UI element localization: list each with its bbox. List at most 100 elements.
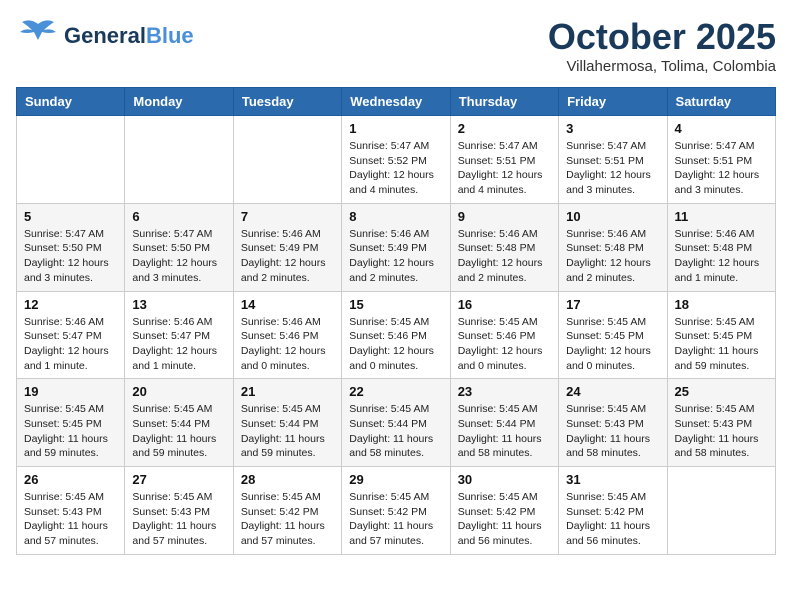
calendar-cell: 17Sunrise: 5:45 AM Sunset: 5:45 PM Dayli… [559,291,667,379]
day-info: Sunrise: 5:45 AM Sunset: 5:45 PM Dayligh… [24,402,117,461]
day-info: Sunrise: 5:47 AM Sunset: 5:52 PM Dayligh… [349,139,442,198]
calendar-cell: 19 Sunrise: 5:45 AM Sunset: 5:45 PM Dayli… [17,379,125,467]
calendar-cell: 2Sunrise: 5:47 AM Sunset: 5:51 PM Daylig… [450,116,558,204]
day-number: 6 [132,209,225,224]
day-number: 20 [132,384,225,399]
day-number: 25 [675,384,768,399]
day-info: Sunrise: 5:45 AM Sunset: 5:44 PM Dayligh… [132,402,225,461]
day-info: Sunrise: 5:46 AM Sunset: 5:49 PM Dayligh… [349,227,442,286]
day-number: 15 [349,297,442,312]
day-info: Sunrise: 5:45 AM Sunset: 5:43 PM Dayligh… [24,490,117,549]
day-info: Sunrise: 5:45 AM Sunset: 5:43 PM Dayligh… [566,402,659,461]
day-number: 11 [675,209,768,224]
calendar-week-5: 26 Sunrise: 5:45 AM Sunset: 5:43 PM Dayli… [17,467,776,555]
logo-icon [16,16,60,56]
day-info: Sunrise: 5:45 AM Sunset: 5:43 PM Dayligh… [132,490,225,549]
calendar-cell: 20 Sunrise: 5:45 AM Sunset: 5:44 PM Dayli… [125,379,233,467]
calendar-cell: 8 Sunrise: 5:46 AM Sunset: 5:49 PM Daylig… [342,203,450,291]
calendar-cell: 23Sunrise: 5:45 AM Sunset: 5:44 PM Dayli… [450,379,558,467]
weekday-header-saturday: Saturday [667,88,775,116]
day-info: Sunrise: 5:46 AM Sunset: 5:46 PM Dayligh… [241,315,334,374]
calendar-cell: 12 Sunrise: 5:46 AM Sunset: 5:47 PM Dayli… [17,291,125,379]
day-info: Sunrise: 5:45 AM Sunset: 5:43 PM Dayligh… [675,402,768,461]
month-title: October 2025 [548,16,776,58]
day-info: Sunrise: 5:46 AM Sunset: 5:48 PM Dayligh… [458,227,551,286]
weekday-header-thursday: Thursday [450,88,558,116]
day-info: Sunrise: 5:47 AM Sunset: 5:51 PM Dayligh… [458,139,551,198]
logo-text-block: GeneralBlue [64,24,194,48]
day-number: 24 [566,384,659,399]
calendar-cell: 7 Sunrise: 5:46 AM Sunset: 5:49 PM Daylig… [233,203,341,291]
day-number: 28 [241,472,334,487]
day-number: 16 [458,297,551,312]
calendar-cell: 3 Sunrise: 5:47 AM Sunset: 5:51 PM Daylig… [559,116,667,204]
day-number: 29 [349,472,442,487]
day-info: Sunrise: 5:45 AM Sunset: 5:42 PM Dayligh… [349,490,442,549]
day-number: 12 [24,297,117,312]
day-info: Sunrise: 5:45 AM Sunset: 5:42 PM Dayligh… [566,490,659,549]
logo-blue: Blue [146,23,194,48]
day-number: 23 [458,384,551,399]
calendar-cell: 16Sunrise: 5:45 AM Sunset: 5:46 PM Dayli… [450,291,558,379]
calendar-week-3: 12 Sunrise: 5:46 AM Sunset: 5:47 PM Dayli… [17,291,776,379]
location-subtitle: Villahermosa, Tolima, Colombia [548,58,776,75]
weekday-row: SundayMondayTuesdayWednesdayThursdayFrid… [17,88,776,116]
day-info: Sunrise: 5:45 AM Sunset: 5:45 PM Dayligh… [566,315,659,374]
calendar-week-4: 19 Sunrise: 5:45 AM Sunset: 5:45 PM Dayli… [17,379,776,467]
day-number: 7 [241,209,334,224]
day-number: 19 [24,384,117,399]
calendar-cell: 21Sunrise: 5:45 AM Sunset: 5:44 PM Dayli… [233,379,341,467]
day-info: Sunrise: 5:47 AM Sunset: 5:50 PM Dayligh… [24,227,117,286]
calendar-cell: 1 Sunrise: 5:47 AM Sunset: 5:52 PM Daylig… [342,116,450,204]
day-number: 10 [566,209,659,224]
day-number: 31 [566,472,659,487]
day-info: Sunrise: 5:47 AM Sunset: 5:51 PM Dayligh… [675,139,768,198]
day-number: 26 [24,472,117,487]
day-info: Sunrise: 5:45 AM Sunset: 5:46 PM Dayligh… [349,315,442,374]
weekday-header-monday: Monday [125,88,233,116]
calendar-cell: 5 Sunrise: 5:47 AM Sunset: 5:50 PM Daylig… [17,203,125,291]
calendar-cell: 22 Sunrise: 5:45 AM Sunset: 5:44 PM Dayli… [342,379,450,467]
day-info: Sunrise: 5:45 AM Sunset: 5:45 PM Dayligh… [675,315,768,374]
calendar-week-1: 1 Sunrise: 5:47 AM Sunset: 5:52 PM Daylig… [17,116,776,204]
day-info: Sunrise: 5:46 AM Sunset: 5:48 PM Dayligh… [675,227,768,286]
day-number: 22 [349,384,442,399]
day-info: Sunrise: 5:47 AM Sunset: 5:51 PM Dayligh… [566,139,659,198]
day-info: Sunrise: 5:46 AM Sunset: 5:47 PM Dayligh… [24,315,117,374]
day-number: 30 [458,472,551,487]
day-info: Sunrise: 5:45 AM Sunset: 5:44 PM Dayligh… [241,402,334,461]
calendar-body: 1 Sunrise: 5:47 AM Sunset: 5:52 PM Daylig… [17,116,776,555]
calendar-cell: 4 Sunrise: 5:47 AM Sunset: 5:51 PM Daylig… [667,116,775,204]
calendar-cell: 24 Sunrise: 5:45 AM Sunset: 5:43 PM Dayli… [559,379,667,467]
day-number: 5 [24,209,117,224]
day-number: 18 [675,297,768,312]
weekday-header-tuesday: Tuesday [233,88,341,116]
weekday-header-friday: Friday [559,88,667,116]
calendar-cell [17,116,125,204]
calendar-cell: 11 Sunrise: 5:46 AM Sunset: 5:48 PM Dayli… [667,203,775,291]
day-info: Sunrise: 5:45 AM Sunset: 5:42 PM Dayligh… [241,490,334,549]
day-number: 1 [349,121,442,136]
logo-name: GeneralBlue [64,24,194,48]
day-number: 9 [458,209,551,224]
page-header: GeneralBlue October 2025 Villahermosa, T… [16,16,776,75]
calendar-cell: 15 Sunrise: 5:45 AM Sunset: 5:46 PM Dayli… [342,291,450,379]
calendar-cell: 18 Sunrise: 5:45 AM Sunset: 5:45 PM Dayli… [667,291,775,379]
calendar-cell: 26 Sunrise: 5:45 AM Sunset: 5:43 PM Dayli… [17,467,125,555]
day-number: 3 [566,121,659,136]
weekday-header-sunday: Sunday [17,88,125,116]
day-info: Sunrise: 5:46 AM Sunset: 5:48 PM Dayligh… [566,227,659,286]
logo-general: General [64,23,146,48]
calendar-cell: 14Sunrise: 5:46 AM Sunset: 5:46 PM Dayli… [233,291,341,379]
calendar-cell: 28 Sunrise: 5:45 AM Sunset: 5:42 PM Dayli… [233,467,341,555]
calendar-cell: 31 Sunrise: 5:45 AM Sunset: 5:42 PM Dayli… [559,467,667,555]
calendar-cell: 29 Sunrise: 5:45 AM Sunset: 5:42 PM Dayli… [342,467,450,555]
day-info: Sunrise: 5:47 AM Sunset: 5:50 PM Dayligh… [132,227,225,286]
day-info: Sunrise: 5:45 AM Sunset: 5:44 PM Dayligh… [349,402,442,461]
calendar-cell [233,116,341,204]
day-number: 8 [349,209,442,224]
day-info: Sunrise: 5:46 AM Sunset: 5:49 PM Dayligh… [241,227,334,286]
calendar-cell: 9 Sunrise: 5:46 AM Sunset: 5:48 PM Daylig… [450,203,558,291]
calendar-cell: 13Sunrise: 5:46 AM Sunset: 5:47 PM Dayli… [125,291,233,379]
day-number: 4 [675,121,768,136]
